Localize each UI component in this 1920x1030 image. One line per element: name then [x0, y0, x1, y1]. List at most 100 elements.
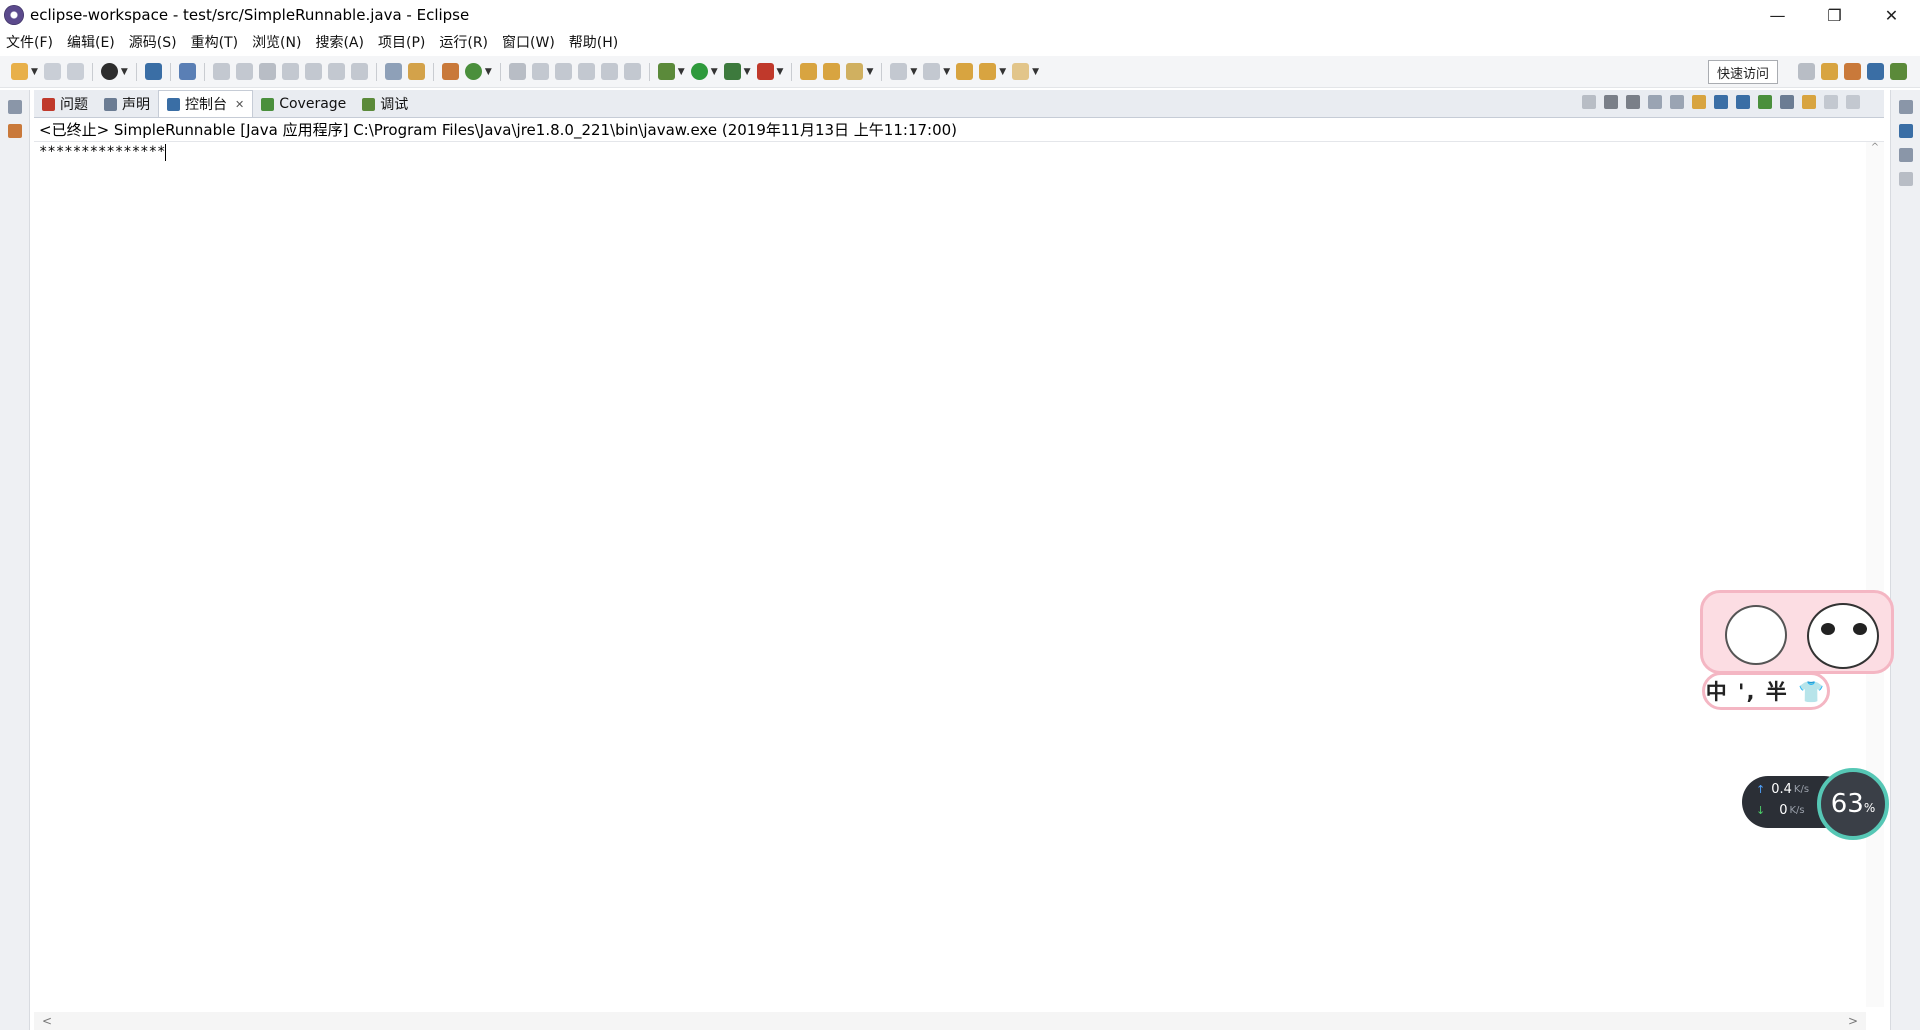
java-perspective-icon[interactable]: [1844, 63, 1861, 80]
save-all-icon[interactable]: [66, 63, 84, 80]
open-console-icon[interactable]: [144, 63, 162, 80]
menu-file[interactable]: 文件(F): [6, 32, 53, 52]
external-tools-dropdown-caret[interactable]: ▼: [777, 67, 784, 77]
next-annotation-icon[interactable]: [890, 63, 908, 80]
menu-edit[interactable]: 编辑(E): [67, 32, 115, 52]
console-output[interactable]: ***************: [34, 142, 1884, 162]
network-speed-widget[interactable]: ↑ 0.4 K/s ↓ 0 K/s 63%: [1742, 768, 1889, 840]
restore-button[interactable]: ❐: [1806, 0, 1863, 30]
word-wrap-icon[interactable]: [600, 63, 618, 80]
save-icon[interactable]: [43, 63, 61, 80]
forward-dropdown-caret[interactable]: ▼: [1032, 67, 1039, 77]
tab-debug[interactable]: 调试: [354, 91, 416, 117]
word-wrap-icon[interactable]: [1692, 95, 1706, 109]
menu-project[interactable]: 项目(P): [378, 32, 425, 52]
quick-access-field[interactable]: 快速访问: [1708, 60, 1778, 84]
menu-source[interactable]: 源码(S): [129, 32, 177, 52]
mark-occurrences-icon[interactable]: [531, 63, 549, 80]
debug-dropdown-caret[interactable]: ▼: [678, 67, 685, 77]
debug-icon[interactable]: [657, 63, 675, 80]
coverage-dropdown-caret[interactable]: ▼: [744, 67, 751, 77]
suspend-icon[interactable]: [235, 63, 253, 80]
coverage-run-icon[interactable]: [723, 63, 741, 80]
remove-all-terminated-icon[interactable]: [1626, 95, 1640, 109]
outline-icon[interactable]: [1898, 124, 1913, 138]
open-type-icon[interactable]: [800, 63, 818, 80]
tab-coverage[interactable]: Coverage: [253, 91, 354, 117]
debug-perspective-icon[interactable]: [1890, 63, 1907, 80]
minimize-button[interactable]: —: [1749, 0, 1806, 30]
run-dropdown-caret[interactable]: ▼: [711, 67, 718, 77]
console-view[interactable]: <已终止> SimpleRunnable [Java 应用程序] C:\Prog…: [34, 118, 1884, 1030]
new-dropdown-caret[interactable]: ▼: [31, 67, 38, 77]
external-tools-icon[interactable]: [756, 63, 774, 80]
new-class-icon[interactable]: [464, 63, 482, 80]
step-over-icon[interactable]: [327, 63, 345, 80]
remove-launch-icon[interactable]: [1604, 95, 1618, 109]
previous-annotation-icon[interactable]: [923, 63, 941, 80]
menu-navigate[interactable]: 浏览(N): [252, 32, 301, 52]
drop-to-frame-icon[interactable]: [384, 63, 402, 80]
tab-console[interactable]: 控制台 ✕: [158, 90, 254, 117]
forward-icon[interactable]: [1012, 63, 1030, 80]
display-selected-console-icon[interactable]: [1780, 95, 1794, 109]
vertical-scrollbar[interactable]: ^: [1866, 142, 1884, 1007]
java-browsing-perspective-icon[interactable]: [1867, 63, 1884, 80]
step-into-icon[interactable]: [304, 63, 322, 80]
skip-breakpoints-icon[interactable]: [178, 63, 196, 80]
restore-icon[interactable]: [1898, 148, 1913, 162]
step-return-icon[interactable]: [350, 63, 368, 80]
new-class-dropdown-caret[interactable]: ▼: [485, 67, 492, 77]
show-source-icon[interactable]: [623, 63, 641, 80]
disconnect-icon[interactable]: [281, 63, 299, 80]
open-perspective-icon[interactable]: [1798, 63, 1815, 80]
task-list-icon[interactable]: [1898, 172, 1913, 186]
last-edit-location-icon[interactable]: [956, 63, 974, 80]
terminate-icon[interactable]: [1582, 95, 1596, 109]
show-console-on-error-icon[interactable]: [1736, 95, 1750, 109]
block-selection-icon[interactable]: [554, 63, 572, 80]
scroll-up-icon[interactable]: ^: [1866, 142, 1884, 153]
previous-annotation-dropdown-caret[interactable]: ▼: [943, 67, 950, 77]
restore-icon[interactable]: [7, 100, 22, 114]
close-button[interactable]: ✕: [1863, 0, 1920, 30]
run-icon[interactable]: [690, 63, 708, 80]
show-whitespace-icon[interactable]: [577, 63, 595, 80]
menu-help[interactable]: 帮助(H): [569, 32, 618, 52]
resume-icon[interactable]: [212, 63, 230, 80]
open-console-icon[interactable]: [1802, 95, 1816, 109]
minimize-view-icon[interactable]: [1824, 95, 1838, 109]
menu-window[interactable]: 窗口(W): [502, 32, 555, 52]
menu-run[interactable]: 运行(R): [439, 32, 488, 52]
search-icon[interactable]: [846, 63, 864, 80]
next-annotation-dropdown-caret[interactable]: ▼: [910, 67, 917, 77]
scroll-right-icon[interactable]: >: [1848, 1014, 1858, 1028]
profile-dropdown-caret[interactable]: ▼: [121, 67, 128, 77]
horizontal-scrollbar[interactable]: < >: [34, 1012, 1866, 1030]
search-dropdown-caret[interactable]: ▼: [866, 67, 873, 77]
open-task-icon[interactable]: [823, 63, 841, 80]
back-icon[interactable]: [979, 63, 997, 80]
maximize-view-icon[interactable]: [1846, 95, 1860, 109]
show-console-on-output-icon[interactable]: [1714, 95, 1728, 109]
ime-status-widget[interactable]: 中 ', 半 👕: [1700, 590, 1894, 712]
new-icon[interactable]: [11, 63, 28, 80]
new-java-project-icon[interactable]: [441, 63, 459, 80]
tab-declaration[interactable]: 声明: [96, 91, 158, 117]
tab-problems[interactable]: 问题: [34, 91, 96, 117]
profile-icon[interactable]: [100, 63, 118, 80]
menu-refactor[interactable]: 重构(T): [191, 32, 238, 52]
terminate-icon[interactable]: [258, 63, 276, 80]
close-icon[interactable]: ✕: [235, 98, 244, 111]
ime-mode-label[interactable]: 中 ', 半 👕: [1702, 672, 1830, 710]
java-ee-perspective-icon[interactable]: [1821, 63, 1838, 80]
toggle-annotation-icon[interactable]: [508, 63, 526, 80]
pin-console-icon[interactable]: [1758, 95, 1772, 109]
menu-search[interactable]: 搜索(A): [315, 32, 364, 52]
restore-icon[interactable]: [1898, 100, 1913, 114]
package-explorer-icon[interactable]: [7, 124, 22, 138]
clear-console-icon[interactable]: [1648, 95, 1662, 109]
back-dropdown-caret[interactable]: ▼: [999, 67, 1006, 77]
use-step-filters-icon[interactable]: [407, 63, 425, 80]
scroll-left-icon[interactable]: <: [42, 1014, 52, 1028]
